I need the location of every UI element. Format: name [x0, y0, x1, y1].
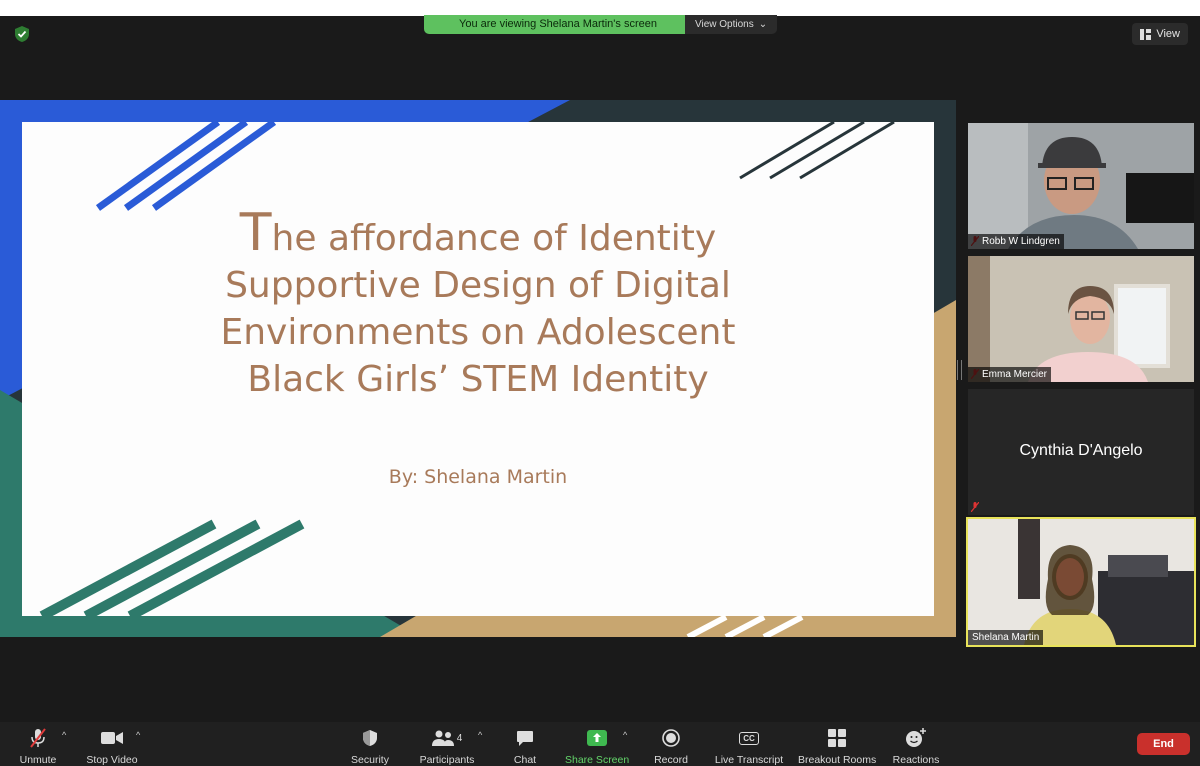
record-label: Record [654, 754, 688, 766]
view-options-button[interactable]: View Options ⌄ [685, 15, 778, 34]
share-options-caret[interactable]: ^ [623, 730, 627, 740]
participant-video [968, 519, 1194, 645]
participant-name: Shelana Martin [968, 630, 1044, 645]
shared-screen[interactable]: The affordance of Identity Supportive De… [0, 100, 956, 637]
video-tile-shelana[interactable]: Shelana Martin [966, 517, 1196, 647]
breakout-rooms-label: Breakout Rooms [798, 754, 877, 766]
video-tile-cynthia[interactable]: Cynthia D'Angelo [968, 389, 1194, 515]
muted-mic-icon [30, 728, 46, 748]
viewing-banner-text: You are viewing Shelana Martin's screen [424, 15, 685, 34]
panel-resize-handle[interactable] [957, 360, 962, 380]
security-label: Security [351, 754, 389, 766]
stop-video-label: Stop Video [86, 754, 138, 766]
chat-button[interactable]: Chat [510, 727, 540, 766]
participants-options-caret[interactable]: ^ [478, 730, 482, 740]
top-strip [0, 0, 1200, 16]
breakout-rooms-button[interactable]: Breakout Rooms [798, 727, 876, 766]
view-button-label: View [1156, 28, 1180, 40]
participants-count: 4 [456, 732, 463, 744]
security-shield-icon [363, 730, 377, 746]
video-options-caret[interactable]: ^ [136, 730, 140, 740]
chevron-down-icon: ⌄ [758, 19, 768, 30]
smiley-plus-icon [906, 728, 926, 747]
participant-video [968, 123, 1194, 249]
security-button[interactable]: Security [348, 727, 392, 766]
reactions-label: Reactions [892, 754, 940, 766]
chat-label: Chat [513, 754, 537, 766]
participant-name: Emma Mercier [968, 367, 1052, 382]
participants-label: Participants [419, 754, 475, 766]
share-screen-label: Share Screen [565, 754, 630, 766]
stop-video-button[interactable]: Stop Video [84, 727, 140, 766]
view-button[interactable]: View [1132, 23, 1188, 45]
video-tile-robb[interactable]: Robb W Lindgren [968, 123, 1194, 249]
participant-name: Robb W Lindgren [968, 234, 1064, 249]
participants-icon [431, 730, 454, 746]
unmute-label: Unmute [19, 754, 57, 766]
muted-mic-icon [971, 502, 979, 512]
grid-view-icon [1140, 28, 1152, 40]
breakout-rooms-icon [828, 729, 846, 747]
security-shield-icon[interactable] [13, 25, 31, 43]
record-icon [662, 729, 680, 747]
participant-video [968, 256, 1194, 382]
reactions-button[interactable]: Reactions [892, 727, 940, 766]
view-options-label: View Options [695, 19, 754, 30]
participants-button[interactable]: 4 Participants [418, 727, 476, 766]
chat-bubble-icon [517, 730, 533, 746]
video-tile-emma[interactable]: Emma Mercier [968, 256, 1194, 382]
unmute-button[interactable]: Unmute [18, 727, 58, 766]
end-meeting-button[interactable]: End [1137, 733, 1190, 755]
live-transcript-button[interactable]: CC Live Transcript [713, 727, 785, 766]
participant-name-large: Cynthia D'Angelo [1019, 442, 1143, 459]
video-camera-icon [101, 732, 123, 744]
closed-caption-icon: CC [739, 731, 759, 745]
slide-bottom-stripes [686, 614, 804, 637]
audio-options-caret[interactable]: ^ [62, 730, 66, 740]
meeting-toolbar: Unmute ^ Stop Video ^ Security 4 Partici… [0, 722, 1200, 766]
viewing-banner: You are viewing Shelana Martin's screen … [424, 15, 778, 34]
share-screen-icon [587, 730, 607, 746]
share-screen-button[interactable]: Share Screen [565, 727, 629, 766]
live-transcript-label: Live Transcript [714, 754, 784, 766]
record-button[interactable]: Record [652, 727, 690, 766]
